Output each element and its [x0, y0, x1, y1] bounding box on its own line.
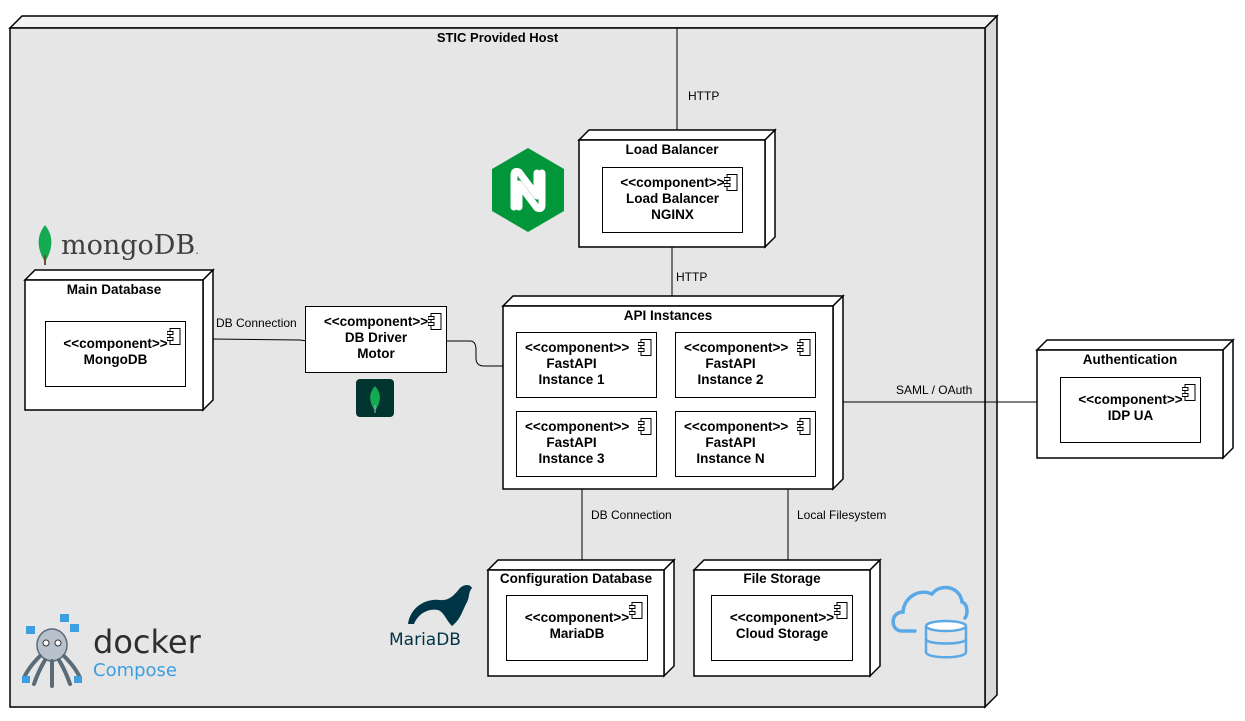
- component-icon: [1182, 384, 1196, 401]
- api-instance-1[interactable]: <<component>> FastAPI Instance 1: [516, 332, 657, 398]
- saml-oauth-label: SAML / OAuth: [896, 383, 973, 397]
- component-icon: [629, 602, 643, 619]
- component-name: Instance 1: [538, 372, 605, 387]
- stereotype-label: <<component>>: [525, 340, 630, 355]
- stereotype-label: <<component>>: [323, 314, 429, 329]
- component-icon: [638, 418, 652, 435]
- component-name: DB Driver: [344, 330, 408, 345]
- authentication-title: Authentication: [1082, 352, 1178, 367]
- stereotype-label: <<component>>: [684, 340, 789, 355]
- stereotype-label: <<component>>: [525, 419, 630, 434]
- stereotype-label: <<component>>: [1078, 392, 1183, 407]
- file-storage-component[interactable]: <<component>> Cloud Storage: [711, 595, 853, 661]
- component-name: FastAPI: [705, 356, 756, 371]
- docker-wordmark: docker: [93, 623, 201, 661]
- component-icon: [834, 602, 848, 619]
- mariadb-wordmark: MariaDB: [389, 630, 461, 650]
- component-icon: [638, 339, 652, 356]
- db-connection-mongo-label: DB Connection: [216, 316, 297, 330]
- load-balancer-component[interactable]: <<component>> Load Balancer NGINX: [602, 167, 743, 233]
- stereotype-label: <<component>>: [524, 610, 630, 625]
- load-balancer-title: Load Balancer: [625, 142, 719, 157]
- stereotype-label: <<component>>: [684, 419, 789, 434]
- component-name: FastAPI: [705, 435, 756, 450]
- component-icon: [167, 328, 181, 345]
- component-icon: [797, 339, 811, 356]
- component-icon: [724, 174, 738, 191]
- component-name: IDP UA: [1107, 408, 1154, 423]
- compose-wordmark: Compose: [93, 660, 178, 681]
- component-name: Instance 2: [697, 372, 764, 387]
- api-instance-2[interactable]: <<component>> FastAPI Instance 2: [675, 332, 816, 398]
- component-name: Cloud Storage: [735, 626, 829, 641]
- component-name: NGINX: [651, 207, 694, 222]
- http-top-label: HTTP: [688, 89, 720, 103]
- component-name: Instance N: [696, 451, 765, 466]
- component-name: MariaDB: [549, 626, 605, 641]
- stereotype-label: <<component>>: [63, 336, 168, 351]
- file-storage-title: File Storage: [743, 571, 821, 586]
- component-name: FastAPI: [546, 356, 597, 371]
- api-instances-title: API Instances: [623, 308, 713, 323]
- main-database-component[interactable]: <<component>> MongoDB: [45, 321, 186, 387]
- component-icon: [428, 313, 442, 330]
- component-name: Motor: [357, 346, 395, 361]
- api-instance-3[interactable]: <<component>> FastAPI Instance 3: [516, 411, 657, 477]
- api-instance-n[interactable]: <<component>> FastAPI Instance N: [675, 411, 816, 477]
- configuration-database-title: Configuration Database: [499, 571, 653, 586]
- http-lb-api-label: HTTP: [676, 270, 708, 284]
- component-name: Instance 3: [538, 451, 605, 466]
- component-name: MongoDB: [83, 352, 148, 367]
- configuration-database-component[interactable]: <<component>> MariaDB: [506, 595, 648, 661]
- db-connection-maria-label: DB Connection: [591, 508, 672, 522]
- mongodb-wordmark: mongoDB.: [61, 230, 199, 261]
- stereotype-label: <<component>>: [620, 175, 725, 190]
- component-name: Load Balancer: [625, 191, 720, 206]
- component-name: FastAPI: [546, 435, 597, 450]
- component-icon: [797, 418, 811, 435]
- authentication-component[interactable]: <<component>> IDP UA: [1060, 377, 1201, 443]
- db-driver-component[interactable]: <<component>> DB Driver Motor: [305, 306, 447, 373]
- host-title: STIC Provided Host: [436, 30, 559, 45]
- stereotype-label: <<component>>: [729, 610, 835, 625]
- main-database-title: Main Database: [66, 282, 162, 297]
- mongodb-app-icon: [356, 379, 394, 417]
- local-filesystem-label: Local Filesystem: [797, 508, 887, 522]
